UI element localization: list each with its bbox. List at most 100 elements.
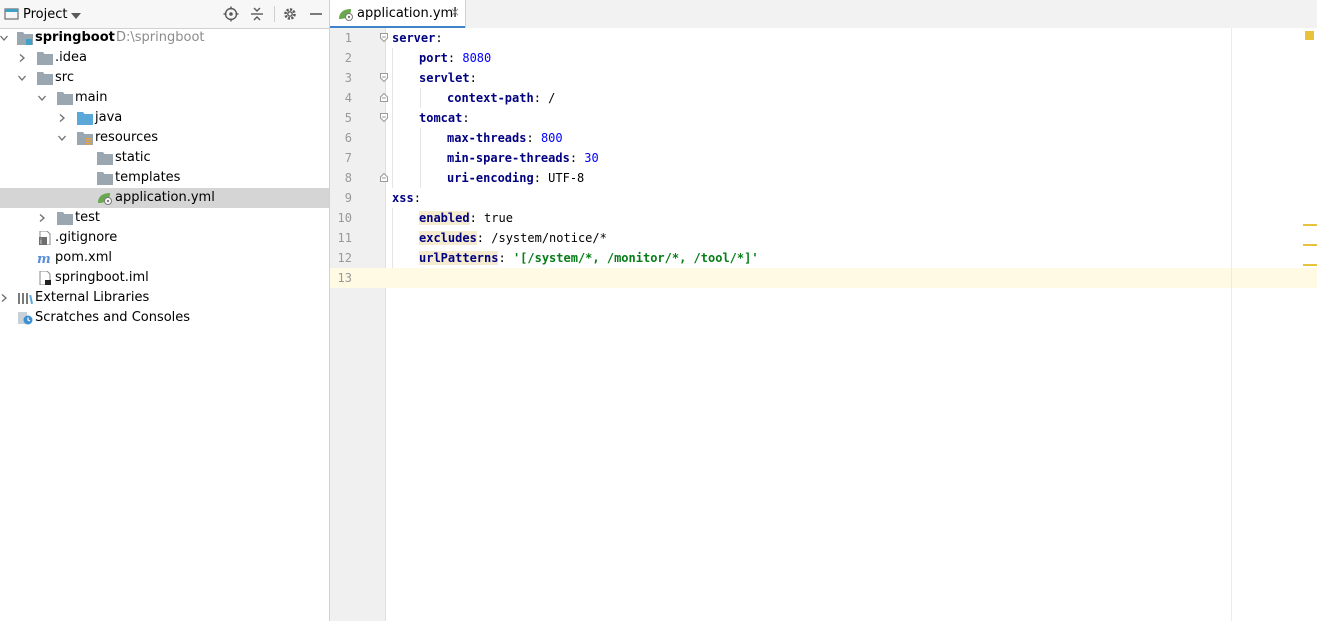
code-line[interactable]: server: — [392, 31, 443, 45]
dropdown-arrow-icon[interactable] — [68, 8, 84, 24]
tree-item-gitignore[interactable]: i .gitignore — [0, 228, 329, 248]
fold-end-marker-icon[interactable] — [380, 173, 388, 182]
tree-item-springboot-iml[interactable]: springboot.iml — [0, 268, 329, 288]
warning-stripe-marker[interactable] — [1303, 224, 1317, 226]
module-folder-icon — [17, 32, 33, 45]
tree-item-idea[interactable]: .idea — [0, 48, 329, 68]
tree-item-java[interactable]: java — [0, 108, 329, 128]
gear-icon[interactable] — [282, 6, 298, 22]
code-line[interactable]: enabled: true — [419, 211, 513, 225]
tree-item-pom-xml[interactable]: m pom.xml — [0, 248, 329, 268]
right-margin-guide — [1231, 28, 1232, 621]
chevron-right-icon[interactable] — [0, 294, 8, 302]
spring-yaml-icon — [98, 193, 112, 205]
code-line[interactable]: context-path: / — [447, 91, 555, 105]
tree-item-resources[interactable]: resources — [0, 128, 329, 148]
code-line[interactable]: urlPatterns: '[/system/*, /monitor/*, /t… — [419, 251, 759, 265]
yaml-key: urlPatterns — [419, 251, 499, 265]
code-line[interactable]: uri-encoding: UTF-8 — [447, 171, 584, 185]
svg-text:m: m — [37, 252, 51, 265]
code-line[interactable]: xss: — [392, 191, 421, 205]
yaml-separator: : — [533, 91, 549, 105]
yaml-value: / — [548, 91, 556, 105]
yaml-key: uri-encoding — [447, 171, 534, 185]
tree-item-label: static — [115, 150, 151, 165]
line-number: 3 — [344, 71, 352, 85]
gitignore-icon: i — [39, 231, 51, 245]
fold-end-marker-icon[interactable] — [380, 93, 388, 102]
yaml-separator: : — [435, 31, 443, 45]
tree-item-test[interactable]: test — [0, 208, 329, 228]
warning-stripe-marker[interactable] — [1303, 264, 1317, 266]
collapse-all-icon[interactable] — [249, 6, 265, 22]
project-panel-title[interactable]: Project — [23, 7, 67, 22]
tree-item-label: templates — [115, 170, 181, 185]
libraries-icon — [18, 293, 33, 305]
yaml-key: tomcat — [419, 111, 463, 125]
yaml-separator: : — [462, 111, 470, 125]
code-line[interactable]: min-spare-threads: 30 — [447, 151, 599, 165]
chevron-down-icon[interactable] — [0, 34, 8, 42]
folder-icon — [57, 212, 73, 225]
yaml-separator: : — [447, 51, 463, 65]
yaml-separator: : — [533, 171, 549, 185]
iml-file-icon — [39, 271, 51, 285]
chevron-down-icon[interactable] — [18, 74, 26, 82]
tree-item-main[interactable]: main — [0, 88, 329, 108]
yaml-key: excludes — [419, 231, 477, 245]
chevron-right-icon[interactable] — [58, 114, 66, 122]
yaml-value: 30 — [584, 151, 599, 165]
tree-item-label: main — [75, 90, 108, 105]
line-number: 2 — [344, 51, 352, 65]
warning-stripe-marker[interactable] — [1303, 244, 1317, 246]
tree-item-label: springboot — [35, 30, 115, 45]
tree-item-label: .idea — [55, 50, 87, 65]
editor-tab-bar: application.yml × — [330, 0, 1317, 29]
chevron-down-icon[interactable] — [38, 94, 46, 102]
hide-panel-icon[interactable] — [308, 6, 324, 22]
code-line[interactable]: max-threads: 800 — [447, 131, 563, 145]
tree-item-scratches-and-consoles[interactable]: Scratches and Consoles — [0, 308, 329, 328]
code-editor[interactable] — [386, 28, 1317, 621]
scratches-icon — [18, 312, 33, 325]
tree-item-label: resources — [95, 130, 159, 145]
fold-marker-icon[interactable] — [380, 33, 388, 42]
tree-item-application-yml[interactable]: application.yml — [0, 188, 329, 208]
tree-item-external-libraries[interactable]: External Libraries — [0, 288, 329, 308]
line-number: 6 — [344, 131, 352, 145]
yaml-value: 8080 — [462, 51, 492, 65]
line-number: 4 — [344, 91, 352, 105]
tree-item-templates[interactable]: templates — [0, 168, 329, 188]
yaml-key: min-spare-threads — [447, 151, 570, 165]
yaml-separator: : — [498, 251, 513, 265]
code-line[interactable]: port: 8080 — [419, 51, 491, 65]
yaml-key: port — [419, 51, 448, 65]
svg-text:i: i — [40, 238, 42, 245]
tree-item-static[interactable]: static — [0, 148, 329, 168]
line-number: 11 — [337, 231, 352, 245]
locate-file-icon[interactable] — [223, 6, 239, 22]
close-icon[interactable]: × — [450, 5, 460, 19]
line-number: 10 — [337, 211, 352, 225]
folder-icon — [97, 152, 113, 165]
code-line[interactable]: tomcat: — [419, 111, 470, 125]
tree-item-label: External Libraries — [35, 290, 150, 305]
tree-item-springboot[interactable]: springboot D:\springboot — [0, 28, 329, 48]
current-line-highlight — [330, 268, 1317, 288]
code-line[interactable]: excludes: /system/notice/* — [419, 231, 607, 245]
yaml-key: xss — [392, 191, 414, 205]
line-number: 9 — [344, 191, 352, 205]
indent-guide — [420, 128, 421, 188]
tree-item-src[interactable]: src — [0, 68, 329, 88]
tab-application-yml[interactable]: application.yml × — [330, 0, 466, 29]
yaml-value: '[/system/*, /monitor/*, /tool/*]' — [512, 251, 759, 265]
chevron-right-icon[interactable] — [38, 214, 46, 222]
fold-marker-icon[interactable] — [380, 73, 388, 82]
yaml-separator: : — [569, 151, 585, 165]
yaml-value: /system/notice/* — [491, 231, 607, 245]
fold-marker-icon[interactable] — [380, 113, 388, 122]
chevron-down-icon[interactable] — [58, 134, 66, 142]
code-line[interactable]: servlet: — [419, 71, 477, 85]
warning-indicator-icon[interactable] — [1305, 31, 1314, 40]
chevron-right-icon[interactable] — [18, 54, 26, 62]
